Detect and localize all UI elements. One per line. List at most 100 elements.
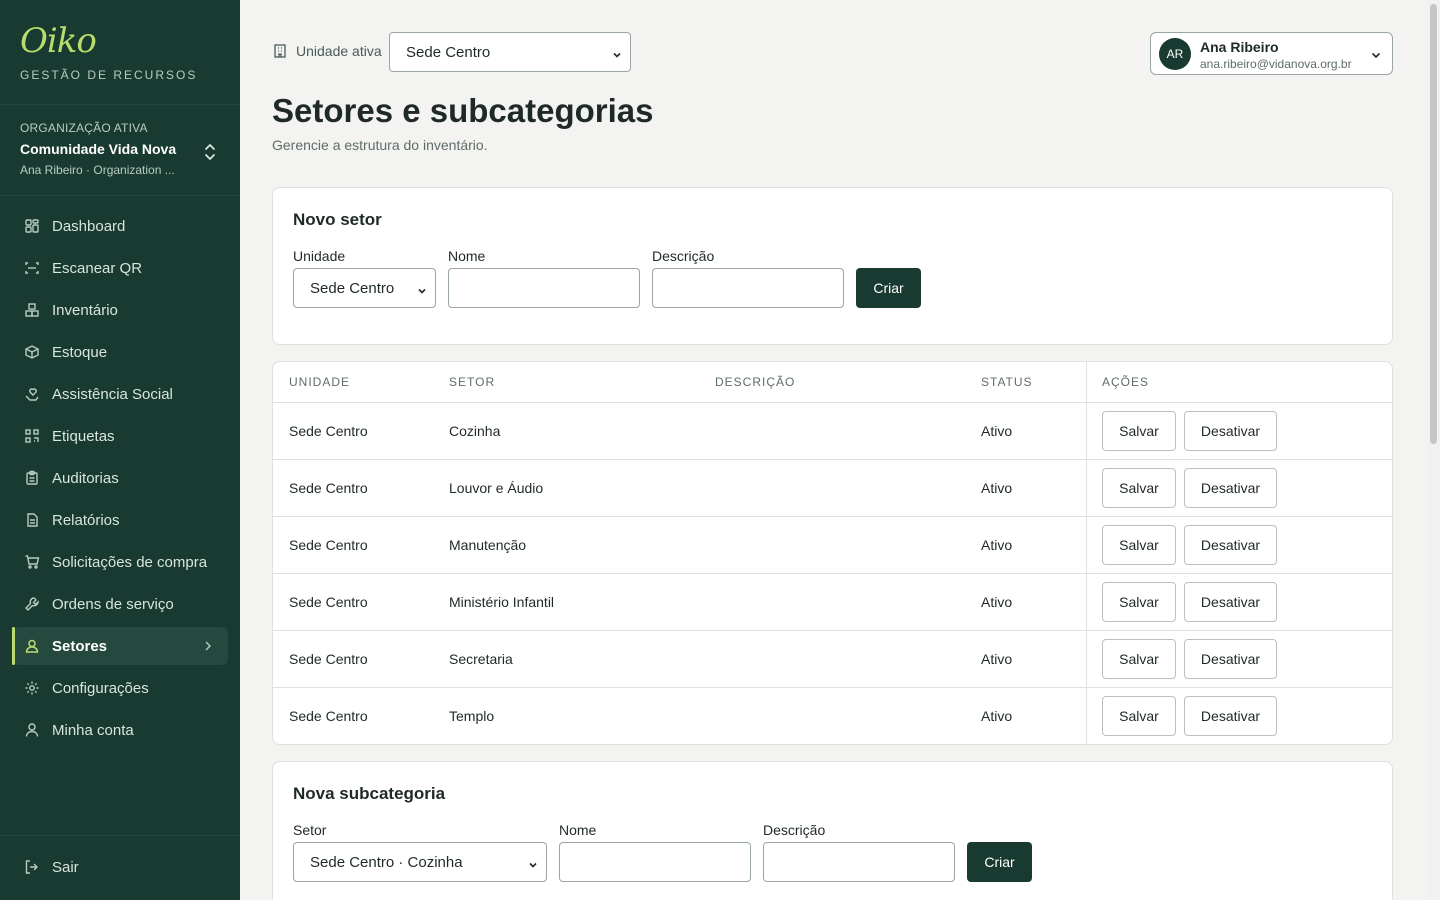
sidebar-item-my-account[interactable]: Minha conta [12, 711, 228, 749]
sidebar-item-service-orders[interactable]: Ordens de serviço [12, 585, 228, 623]
column-header-unit: UNIDADE [289, 375, 351, 389]
unit-select[interactable]: Sede Centro [293, 268, 436, 308]
cell-status: Ativo [981, 480, 1013, 496]
sidebar-item-audits[interactable]: Auditorias [12, 459, 228, 497]
org-sub: Ana Ribeiro · Organization ... [20, 163, 175, 177]
sector-select[interactable]: Sede Centro · Cozinha [293, 842, 547, 882]
deactivate-button[interactable]: Desativar [1184, 639, 1277, 679]
new-sector-title: Novo setor [293, 210, 382, 229]
sidebar-item-label: Escanear QR [52, 259, 143, 277]
sidebar-item-dashboard[interactable]: Dashboard [12, 207, 228, 245]
cell-status: Ativo [981, 594, 1013, 610]
cell-sector: Templo [449, 708, 495, 724]
sidebar-item-stock[interactable]: Estoque [12, 333, 228, 371]
subcategory-description-input[interactable] [763, 842, 955, 882]
save-button[interactable]: Salvar [1102, 525, 1176, 565]
sidebar-item-label: Solicitações de compra [52, 553, 208, 571]
save-button[interactable]: Salvar [1102, 639, 1176, 679]
report-icon [24, 512, 40, 528]
description-field-label: Descrição [652, 248, 715, 264]
table-row: Sede Centro Cozinha Ativo Salvar Desativ… [273, 403, 1392, 460]
active-unit-select[interactable]: Sede Centro [389, 32, 631, 72]
deactivate-button[interactable]: Desativar [1184, 468, 1277, 508]
sidebar-item-purchase-requests[interactable]: Solicitações de compra [12, 543, 228, 581]
create-subcategory-button[interactable]: Criar [967, 842, 1032, 882]
sector-name-input[interactable] [448, 268, 640, 308]
sector-select-value: Sede Centro · Cozinha [310, 853, 463, 871]
sidebar-item-label: Assistência Social [52, 385, 173, 403]
sidebar-item-scan-qr[interactable]: Escanear QR [12, 249, 228, 287]
org-name: Comunidade Vida Nova [20, 141, 177, 157]
deactivate-button[interactable]: Desativar [1184, 411, 1277, 451]
chevron-down-icon [612, 47, 622, 58]
active-unit-value: Sede Centro [406, 43, 491, 61]
user-name: Ana Ribeiro [1200, 39, 1279, 55]
save-button[interactable]: Salvar [1102, 468, 1176, 508]
subcategory-name-input[interactable] [559, 842, 751, 882]
cell-status: Ativo [981, 651, 1013, 667]
sidebar-item-label: Ordens de serviço [52, 595, 174, 613]
cell-status: Ativo [981, 423, 1013, 439]
save-button[interactable]: Salvar [1102, 411, 1176, 451]
sidebar-item-social-assistance[interactable]: Assistência Social [12, 375, 228, 413]
unit-select-value: Sede Centro [310, 279, 395, 297]
package-icon [24, 344, 40, 360]
chevron-right-icon [202, 639, 214, 653]
hand-heart-icon [24, 386, 40, 402]
active-unit-label: Unidade ativa [272, 43, 382, 59]
new-sector-card: Novo setor Unidade Sede Centro Nome Desc… [272, 187, 1393, 345]
user-menu[interactable]: AR Ana Ribeiro ana.ribeiro@vidanova.org.… [1150, 32, 1393, 75]
cell-unit: Sede Centro [289, 651, 368, 667]
cell-unit: Sede Centro [289, 708, 368, 724]
sectors-table: UNIDADE SETOR DESCRIÇÃO STATUS AÇÕES Sed… [272, 361, 1393, 745]
org-switcher[interactable]: ORGANIZAÇÃO ATIVA Comunidade Vida Nova A… [20, 121, 220, 177]
sidebar-nav: Dashboard Escanear QR Inventário Estoque… [12, 207, 228, 753]
sidebar-item-label: Etiquetas [52, 427, 115, 445]
cell-unit: Sede Centro [289, 594, 368, 610]
table-row: Sede Centro Manutenção Ativo Salvar Desa… [273, 517, 1392, 574]
table-row: Sede Centro Secretaria Ativo Salvar Desa… [273, 631, 1392, 688]
sector-icon [24, 638, 40, 654]
table-row: Sede Centro Templo Ativo Salvar Desativa… [273, 688, 1392, 744]
logout-button[interactable]: Sair [12, 848, 228, 886]
logout-icon [24, 859, 40, 875]
sidebar-item-label: Setores [52, 637, 108, 655]
table-row: Sede Centro Ministério Infantil Ativo Sa… [273, 574, 1392, 631]
sidebar-item-reports[interactable]: Relatórios [12, 501, 228, 539]
page-scrollbar[interactable] [1427, 0, 1440, 900]
column-header-sector: SETOR [449, 375, 496, 389]
save-button[interactable]: Salvar [1102, 696, 1176, 736]
column-header-actions: AÇÕES [1102, 375, 1150, 389]
cell-unit: Sede Centro [289, 480, 368, 496]
sidebar-divider [0, 104, 240, 105]
sidebar-item-settings[interactable]: Configurações [12, 669, 228, 707]
sidebar: Oiko GESTÃO DE RECURSOS ORGANIZAÇÃO ATIV… [0, 0, 240, 900]
cell-unit: Sede Centro [289, 537, 368, 553]
sidebar-item-label: Inventário [52, 301, 118, 319]
cell-status: Ativo [981, 708, 1013, 724]
sidebar-item-sectors[interactable]: Setores [12, 627, 228, 665]
deactivate-button[interactable]: Desativar [1184, 582, 1277, 622]
user-email: ana.ribeiro@vidanova.org.br [1200, 57, 1352, 71]
sidebar-item-labels[interactable]: Etiquetas [12, 417, 228, 455]
deactivate-button[interactable]: Desativar [1184, 696, 1277, 736]
sidebar-item-label: Auditorias [52, 469, 119, 487]
sidebar-item-label: Minha conta [52, 721, 134, 739]
scrollbar-thumb[interactable] [1430, 4, 1437, 444]
sidebar-item-label: Dashboard [52, 217, 126, 235]
save-button[interactable]: Salvar [1102, 582, 1176, 622]
new-subcategory-card: Nova subcategoria Setor Sede Centro · Co… [272, 761, 1393, 900]
chevrons-up-down-icon[interactable] [200, 141, 220, 163]
sector-description-input[interactable] [652, 268, 844, 308]
sidebar-divider [0, 835, 240, 836]
active-unit-text: Unidade ativa [296, 43, 382, 59]
logo[interactable]: Oiko [20, 22, 197, 60]
unit-field-label: Unidade [293, 248, 346, 264]
create-sector-button[interactable]: Criar [856, 268, 921, 308]
user-icon [24, 722, 40, 738]
column-header-status: STATUS [981, 375, 1033, 389]
new-subcategory-title: Nova subcategoria [293, 784, 446, 803]
sidebar-divider [0, 195, 240, 196]
deactivate-button[interactable]: Desativar [1184, 525, 1277, 565]
sidebar-item-inventory[interactable]: Inventário [12, 291, 228, 329]
